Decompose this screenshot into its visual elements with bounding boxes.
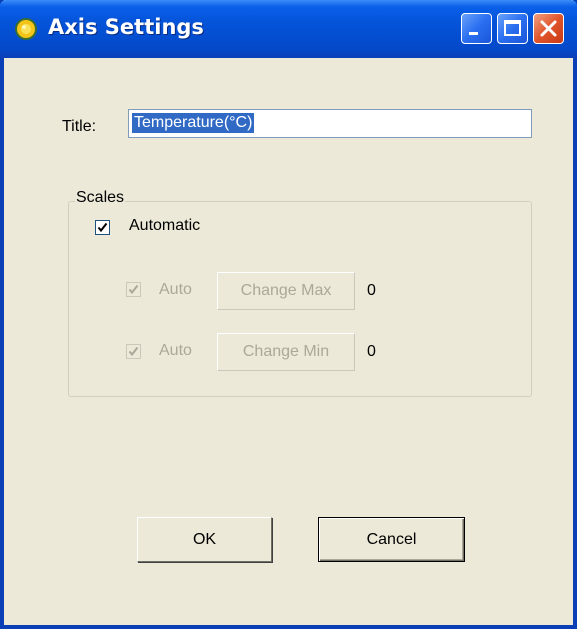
title-input-value: Temperature(°C) xyxy=(130,112,256,134)
automatic-label: Automatic xyxy=(129,217,201,234)
change-max-button[interactable]: Change Max xyxy=(217,272,355,310)
window-title: Axis Settings xyxy=(48,15,204,39)
auto-min-label: Auto xyxy=(159,342,192,359)
maximize-icon xyxy=(504,20,521,36)
title-bar[interactable]: Axis Settings xyxy=(0,0,577,58)
cancel-button[interactable]: Cancel xyxy=(318,517,465,562)
ok-button[interactable]: OK xyxy=(137,517,272,562)
scales-group-label: Scales xyxy=(75,189,126,207)
automatic-checkbox[interactable] xyxy=(95,220,110,235)
auto-min-checkbox[interactable] xyxy=(126,344,141,359)
close-icon xyxy=(540,20,557,37)
title-input[interactable]: Temperature(°C) xyxy=(128,109,532,138)
app-sun-icon xyxy=(14,17,38,41)
max-value: 0 xyxy=(367,282,376,299)
minimize-button[interactable] xyxy=(461,13,492,44)
auto-max-checkbox[interactable] xyxy=(126,282,141,297)
axis-settings-dialog: Axis Settings Title: Temperature(°C) Sca… xyxy=(0,0,577,629)
maximize-button[interactable] xyxy=(497,13,528,44)
change-min-button[interactable]: Change Min xyxy=(217,333,355,371)
minimize-icon xyxy=(469,32,478,35)
checkmark-icon xyxy=(97,222,108,233)
close-button[interactable] xyxy=(533,13,564,44)
min-value: 0 xyxy=(367,343,376,360)
checkmark-icon xyxy=(128,284,139,295)
checkmark-icon xyxy=(128,346,139,357)
auto-max-label: Auto xyxy=(159,281,192,298)
title-label: Title: xyxy=(62,118,97,135)
